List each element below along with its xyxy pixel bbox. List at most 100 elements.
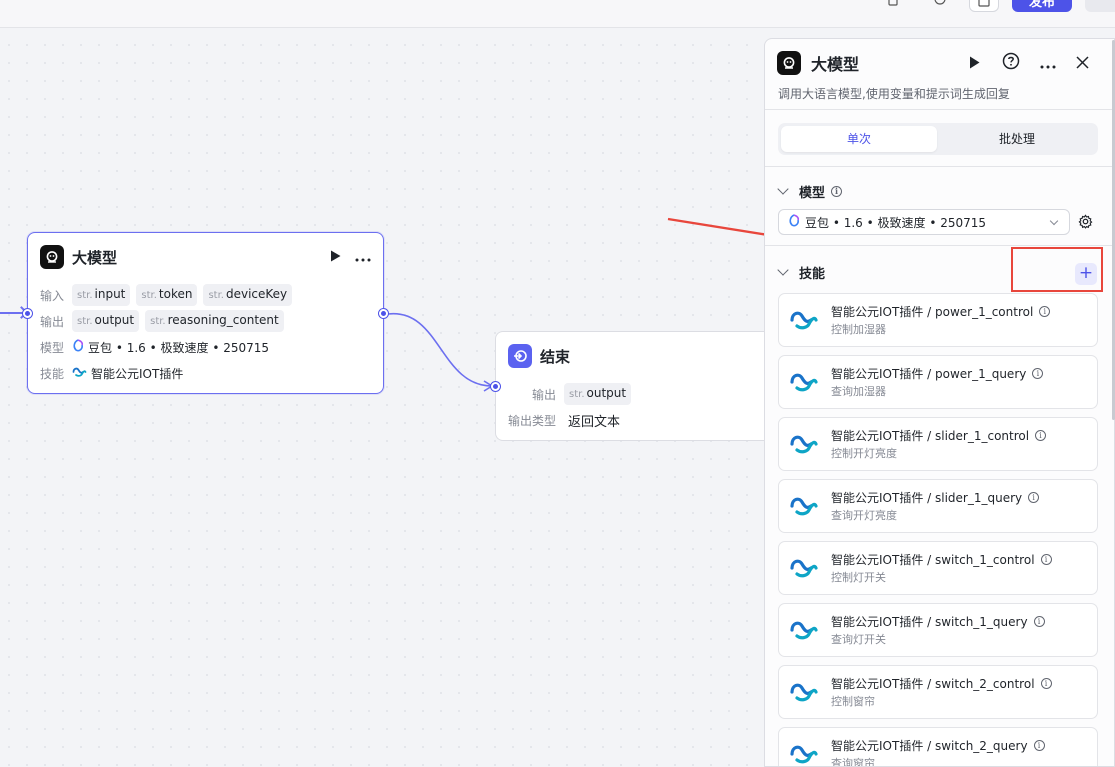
skill-name: 智能公元IOT插件 / switch_2_control i xyxy=(831,675,1052,692)
input-param-tag: str. token xyxy=(136,284,198,306)
chevron-down-icon xyxy=(777,264,789,276)
top-toolbar: 发布 xyxy=(0,0,1115,28)
help-icon[interactable] xyxy=(1002,52,1020,74)
skill-desc: 查询灯开关 xyxy=(831,633,886,646)
toolbar-more-button[interactable] xyxy=(1085,0,1115,12)
toolbar-preview-button[interactable] xyxy=(969,0,999,12)
model-section-header[interactable]: 模型 i xyxy=(777,181,843,201)
skill-desc: 查询开灯亮度 xyxy=(831,509,897,522)
skill-item[interactable]: 智能公元IOT插件 / switch_2_control i 控制窗帘 xyxy=(778,665,1098,719)
skill-name: 智能公元IOT插件 / power_1_control i xyxy=(831,303,1051,320)
output-param-tag: str. output xyxy=(72,310,140,332)
iot-plugin-icon xyxy=(72,366,87,381)
panel-divider xyxy=(765,166,1114,167)
skill-desc: 控制开灯亮度 xyxy=(831,447,897,460)
llm-output-port[interactable] xyxy=(379,309,388,318)
skill-label: 技能 xyxy=(40,366,65,381)
publish-button[interactable]: 发布 xyxy=(1012,0,1072,12)
annotation-highlight-box xyxy=(1011,247,1103,292)
llm-model-row: 模型 豆包 • 1.6 • 极致速度 • 250715 xyxy=(40,337,269,357)
run-icon[interactable] xyxy=(330,247,341,266)
toolbar-doc-icon[interactable] xyxy=(888,0,908,8)
skill-name: 智能公元IOT插件 / power_1_query i xyxy=(831,365,1044,382)
info-icon[interactable]: i xyxy=(1039,306,1051,317)
info-icon[interactable]: i xyxy=(1040,554,1052,565)
skill-name: 智能公元IOT插件 / slider_1_control i xyxy=(831,427,1047,444)
skill-desc: 控制加湿器 xyxy=(831,323,886,336)
skill-desc: 查询加湿器 xyxy=(831,385,886,398)
panel-run-icon[interactable] xyxy=(969,54,980,73)
info-icon[interactable]: i xyxy=(1033,616,1045,627)
llm-input-port[interactable] xyxy=(23,309,32,318)
end-node[interactable]: 结束 输出 str. output 输出类型 返回文本 xyxy=(491,331,785,441)
doubao-logo-icon xyxy=(788,214,800,230)
iot-plugin-icon xyxy=(789,370,819,396)
skill-name: 智能公元IOT插件 / switch_2_query i xyxy=(831,737,1045,754)
llm-logo-icon xyxy=(40,245,64,269)
model-value: 豆包 • 1.6 • 极致速度 • 250715 xyxy=(88,340,270,355)
end-logo-icon xyxy=(508,344,532,368)
skill-desc: 控制灯开关 xyxy=(831,571,886,584)
llm-skill-row: 技能 智能公元IOT插件 xyxy=(40,363,183,383)
end-output-row: 输出 str. output xyxy=(532,383,637,405)
skill-item[interactable]: 智能公元IOT插件 / switch_2_query i 查询窗帘 xyxy=(778,727,1098,767)
end-node-title: 结束 xyxy=(540,347,571,366)
llm-node[interactable]: 大模型 输入 str. input str. token str. deviceKey… xyxy=(23,232,388,394)
tab-single[interactable]: 单次 xyxy=(781,126,937,152)
input-param-tag: str. deviceKey xyxy=(203,284,293,306)
more-icon[interactable] xyxy=(355,247,371,266)
skill-item[interactable]: 智能公元IOT插件 / slider_1_control i 控制开灯亮度 xyxy=(778,417,1098,471)
mode-tabs: 单次 批处理 xyxy=(778,123,1098,155)
model-select[interactable]: 豆包 • 1.6 • 极致速度 • 250715 xyxy=(778,209,1070,235)
doubao-logo-icon xyxy=(72,339,84,355)
skill-item[interactable]: 智能公元IOT插件 / power_1_query i 查询加湿器 xyxy=(778,355,1098,409)
panel-divider xyxy=(765,245,1114,246)
llm-node-title: 大模型 xyxy=(72,248,118,267)
info-icon[interactable]: i xyxy=(1035,430,1047,441)
skill-desc: 控制窗帘 xyxy=(831,695,875,708)
end-output-tag: str. output xyxy=(564,383,632,405)
iot-plugin-icon xyxy=(789,556,819,582)
iot-plugin-icon xyxy=(789,680,819,706)
skill-item[interactable]: 智能公元IOT插件 / switch_1_query i 查询灯开关 xyxy=(778,603,1098,657)
end-node-header: 结束 xyxy=(508,344,570,368)
panel-title: 大模型 xyxy=(811,55,860,74)
end-output-type-row: 输出类型 返回文本 xyxy=(508,410,620,430)
end-input-port[interactable] xyxy=(491,382,500,391)
model-settings-gear-icon[interactable] xyxy=(1078,214,1093,233)
skill-item[interactable]: 智能公元IOT插件 / power_1_control i 控制加湿器 xyxy=(778,293,1098,347)
close-icon[interactable] xyxy=(1076,54,1089,73)
info-icon[interactable]: i xyxy=(1028,492,1040,503)
info-icon[interactable]: i xyxy=(1040,678,1052,689)
info-icon[interactable]: i xyxy=(1033,740,1045,751)
output-label: 输出 xyxy=(40,314,65,329)
end-output-type-value: 返回文本 xyxy=(568,414,621,430)
iot-plugin-icon xyxy=(789,494,819,520)
skill-name: 智能公元IOT插件 / switch_1_query i xyxy=(831,613,1045,630)
chevron-down-icon xyxy=(777,183,789,195)
skills-section-label: 技能 xyxy=(799,266,826,282)
info-icon[interactable]: i xyxy=(1032,368,1044,379)
panel-more-icon[interactable] xyxy=(1040,54,1056,73)
output-param-tag: str. reasoning_content xyxy=(145,310,284,332)
tab-batch[interactable]: 批处理 xyxy=(939,126,1095,152)
llm-output-row: 输出 str. output str. reasoning_content xyxy=(40,310,290,332)
chevron-down-icon xyxy=(1049,216,1059,226)
skill-item[interactable]: 智能公元IOT插件 / slider_1_query i 查询开灯亮度 xyxy=(778,479,1098,533)
toolbar-history-icon[interactable] xyxy=(933,0,953,8)
end-output-label: 输出 xyxy=(532,387,557,402)
info-icon[interactable]: i xyxy=(831,185,843,197)
skills-section-header[interactable]: 技能 xyxy=(777,262,826,282)
skill-name: 智能公元IOT插件 / slider_1_query i xyxy=(831,489,1040,506)
model-select-value: 豆包 • 1.6 • 极致速度 • 250715 xyxy=(805,215,987,230)
llm-node-header: 大模型 xyxy=(40,245,117,269)
model-section-label: 模型 xyxy=(799,185,826,201)
skill-item[interactable]: 智能公元IOT插件 / switch_1_control i 控制灯开关 xyxy=(778,541,1098,595)
end-output-type-label: 输出类型 xyxy=(508,413,557,428)
skill-desc: 查询窗帘 xyxy=(831,757,875,767)
iot-plugin-icon xyxy=(789,432,819,458)
skill-value: 智能公元IOT插件 xyxy=(91,366,184,381)
iot-plugin-icon xyxy=(789,742,819,766)
iot-plugin-icon xyxy=(789,308,819,334)
input-param-tag: str. input xyxy=(72,284,131,306)
